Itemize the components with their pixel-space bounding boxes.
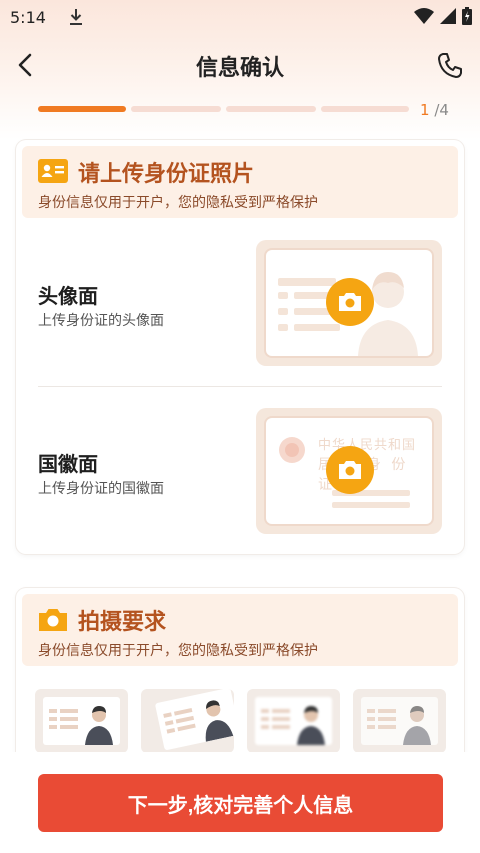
requirements-section-subtitle: 身份信息仅用于开户，您的隐私受到严格保护 <box>38 643 318 659</box>
requirements-section-header: 拍摄要求 身份信息仅用于开户，您的隐私受到严格保护 <box>22 594 458 666</box>
camera-icon <box>339 461 361 479</box>
example-id-image <box>367 706 431 745</box>
front-side-subtitle: 上传身份证的头像面 <box>38 313 164 329</box>
upload-section-title: 请上传身份证照片 <box>78 162 255 187</box>
example-id-image <box>261 706 325 745</box>
download-icon <box>69 9 82 25</box>
status-time: 5:14 <box>10 7 46 27</box>
front-side-title: 头像面 <box>38 284 98 308</box>
requirement-example-glare <box>353 689 446 753</box>
upload-front-photo[interactable] <box>256 240 442 366</box>
step-progress-bar <box>38 104 448 116</box>
back-side-title: 国徽面 <box>38 452 98 476</box>
status-bar: 5:14 <box>0 0 480 34</box>
status-icons <box>414 7 472 25</box>
example-card <box>361 697 438 745</box>
example-id-image <box>49 706 113 745</box>
progress-segment-3 <box>226 106 316 112</box>
id-back-text-country: 中华人民共和国 <box>318 438 417 453</box>
step-counter: 1 /4 <box>420 101 449 119</box>
front-camera-button[interactable] <box>326 278 374 326</box>
requirement-example-standard <box>35 689 128 753</box>
back-side-subtitle: 上传身份证的国徽面 <box>38 481 164 497</box>
back-camera-button[interactable] <box>326 446 374 494</box>
upload-back-photo[interactable]: 中华人民共和国 居 民 身 份 证 <box>256 408 442 534</box>
next-step-button[interactable]: 下一步,核对完善个人信息 <box>38 774 443 832</box>
example-id-image <box>163 700 234 742</box>
wifi-icon <box>414 8 434 24</box>
phone-icon[interactable] <box>436 51 464 79</box>
example-card <box>154 689 234 751</box>
progress-segment-2 <box>131 106 221 112</box>
upload-section-header: 请上传身份证照片 身份信息仅用于开户，您的隐私受到严格保护 <box>22 146 458 218</box>
upload-id-card-section: 请上传身份证照片 身份信息仅用于开户，您的隐私受到严格保护 头像面 上传身份证的… <box>16 140 464 554</box>
progress-segment-1 <box>38 106 126 112</box>
row-divider <box>38 386 442 387</box>
camera-icon <box>39 609 67 631</box>
example-card <box>43 697 120 745</box>
progress-segment-4 <box>321 106 409 112</box>
requirement-example-blurry <box>247 689 340 753</box>
battery-icon <box>462 7 472 25</box>
requirements-section-title: 拍摄要求 <box>78 610 167 635</box>
step-total: /4 <box>429 101 449 119</box>
id-card-icon <box>38 159 68 183</box>
page-title: 信息确认 <box>195 56 284 81</box>
example-card <box>255 697 332 745</box>
upload-section-subtitle: 身份信息仅用于开户，您的隐私受到严格保护 <box>38 195 318 211</box>
camera-icon <box>339 293 361 311</box>
nav-bar: 信息确认 <box>0 42 480 88</box>
requirement-example-tilted <box>141 689 234 753</box>
signal-icon <box>440 8 456 24</box>
step-current: 1 <box>420 101 430 119</box>
